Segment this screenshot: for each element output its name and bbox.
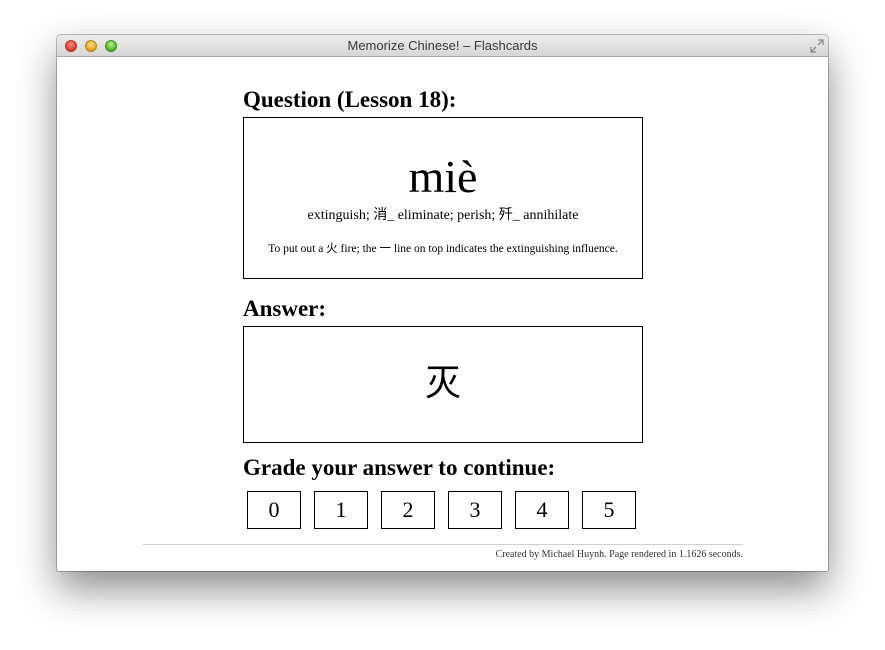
pinyin-text: miè xyxy=(408,151,478,202)
grade-button-1[interactable]: 1 xyxy=(314,491,368,529)
grade-buttons: 0 1 2 3 4 5 xyxy=(247,491,639,529)
window-title: Memorize Chinese! – Flashcards xyxy=(347,38,538,53)
fullscreen-arrows-icon[interactable] xyxy=(810,39,824,53)
grade-section: Grade your answer to continue: xyxy=(243,455,643,481)
answer-heading: Answer: xyxy=(243,296,327,321)
footer-divider xyxy=(143,544,743,545)
answer-character: 灭 xyxy=(424,363,461,403)
grade-button-0[interactable]: 0 xyxy=(247,491,301,529)
grade-button-5[interactable]: 5 xyxy=(582,491,636,529)
grade-button-4[interactable]: 4 xyxy=(515,491,569,529)
answer-card: 灭 xyxy=(243,326,643,443)
footer-text: Created by Michael Huynh. Page rendered … xyxy=(495,549,743,560)
grade-heading: Grade your answer to continue: xyxy=(243,455,556,480)
question-section: Question (Lesson 18): miè extinguish; 消_… xyxy=(243,87,643,279)
grade-button-3[interactable]: 3 xyxy=(448,491,502,529)
grade-button-2[interactable]: 2 xyxy=(381,491,435,529)
question-card: miè extinguish; 消_ eliminate; perish; 歼_… xyxy=(243,117,643,279)
title-bar[interactable]: Memorize Chinese! – Flashcards xyxy=(57,35,828,57)
meaning-text: extinguish; 消_ eliminate; perish; 歼_ ann… xyxy=(307,208,579,223)
question-heading: Question (Lesson 18): xyxy=(243,87,457,112)
page-content: Question (Lesson 18): miè extinguish; 消_… xyxy=(57,57,828,571)
mnemonic-note: To put out a 火 fire; the 一 line on top i… xyxy=(268,243,618,255)
answer-section: Answer: 灭 xyxy=(243,296,643,443)
browser-window: Memorize Chinese! – Flashcards Question … xyxy=(57,35,828,571)
